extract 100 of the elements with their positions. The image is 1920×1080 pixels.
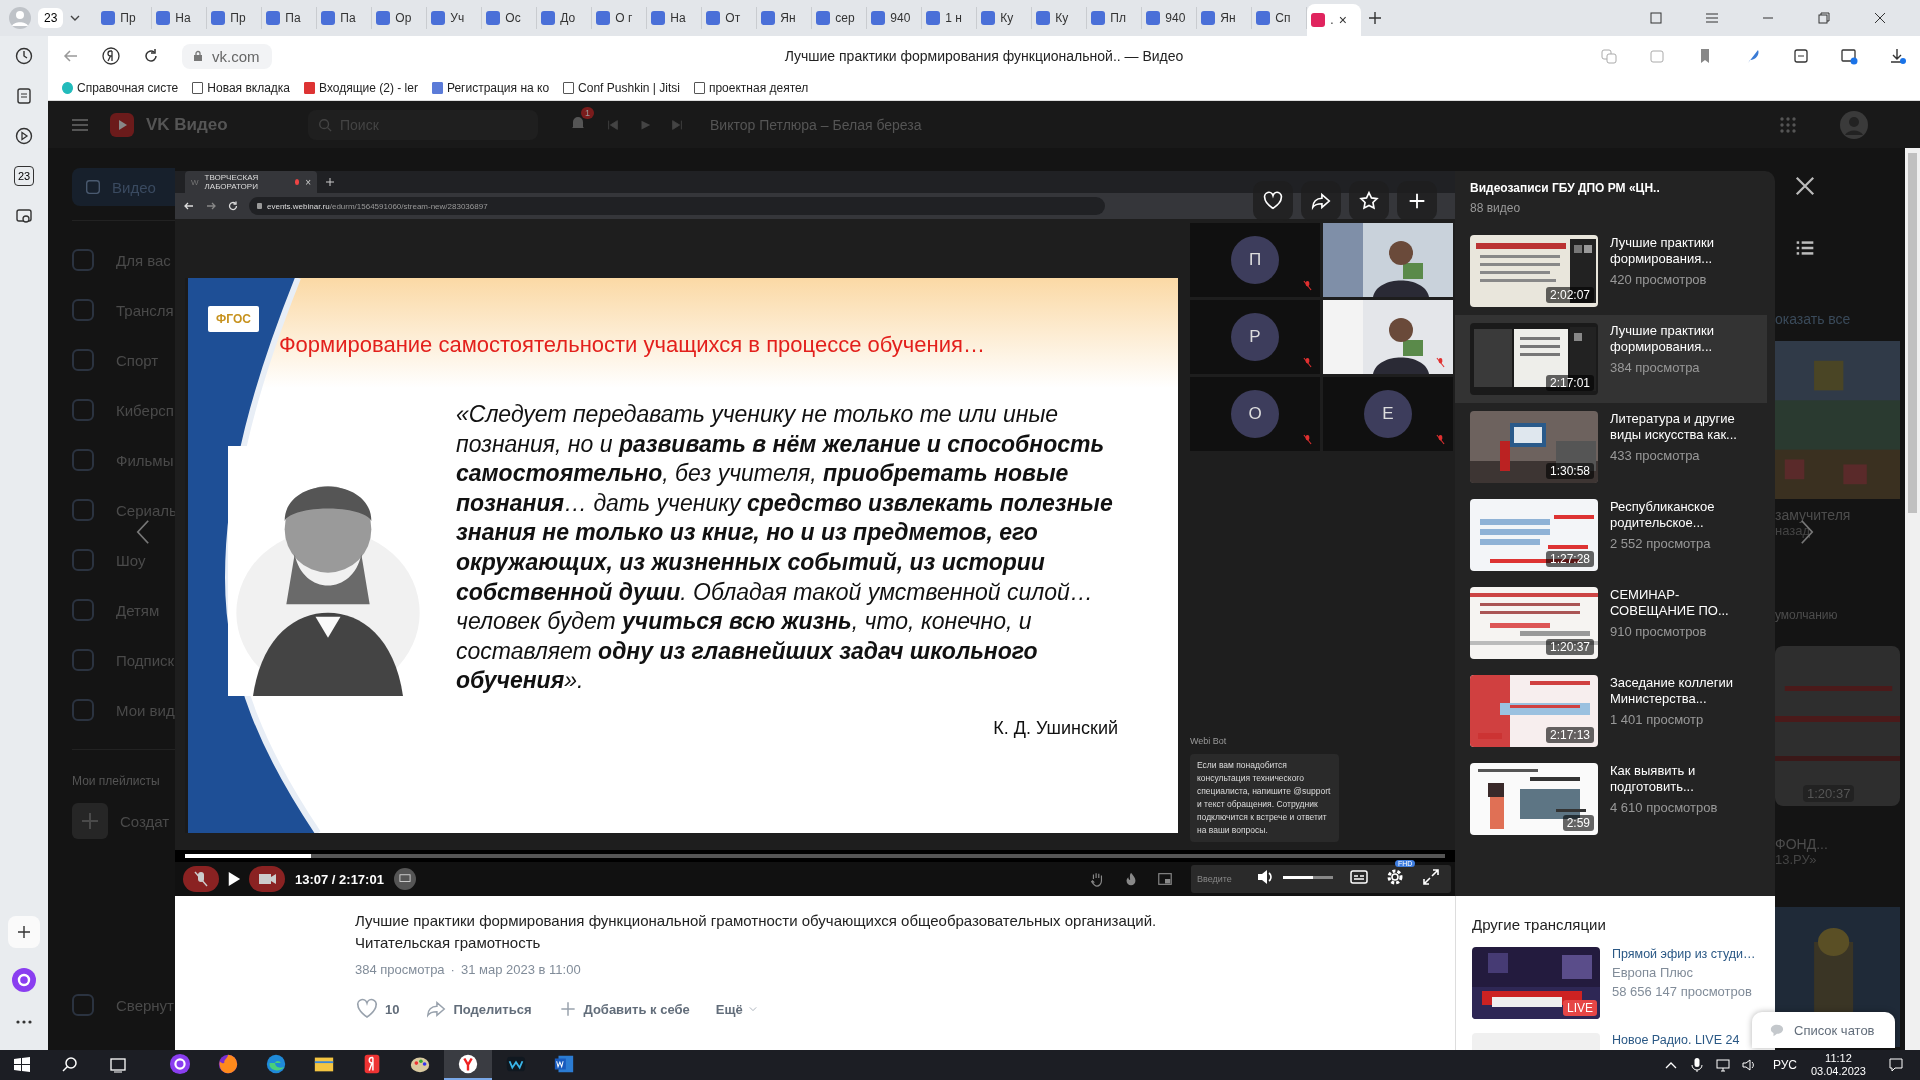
bookmark-item[interactable]: Conf Pushkin | Jitsi — [578, 81, 680, 95]
playlist-item[interactable]: 1:30:58 Литература и другие виды искусства как... 433 просмотра — [1455, 403, 1767, 491]
notes-icon[interactable] — [14, 86, 34, 106]
bookmark-item[interactable]: Новая вкладка — [207, 81, 290, 95]
browser-tab[interactable]: Ор — [372, 7, 428, 29]
stream-title-link[interactable]: Прямой эфир из студи… — [1612, 947, 1756, 961]
play-icon[interactable] — [227, 871, 241, 887]
browser-tab[interactable]: От — [702, 7, 758, 29]
picture-in-picture-icon[interactable] — [1157, 871, 1173, 887]
logo-icon[interactable] — [110, 112, 134, 137]
bookmark-item[interactable]: проектная деятел — [708, 81, 809, 95]
hand-icon[interactable] — [1089, 871, 1105, 887]
browser-tab[interactable]: 1 н — [922, 7, 978, 29]
address-field[interactable]: vk.com — [182, 43, 272, 69]
chevron-left-icon[interactable] — [136, 519, 150, 545]
menu-icon[interactable] — [1704, 10, 1720, 26]
browser-tab[interactable]: На — [647, 7, 703, 29]
windows-start-icon[interactable] — [12, 1055, 32, 1075]
clock[interactable]: 11:12 03.04.2023 — [1810, 1052, 1866, 1078]
browser-tab[interactable]: О г — [592, 7, 648, 29]
list-icon[interactable] — [1794, 238, 1816, 258]
like-button[interactable]: 10 — [355, 997, 400, 1021]
new-tab-icon[interactable] — [1367, 10, 1384, 26]
close-icon[interactable] — [1794, 175, 1816, 197]
bookmark-item[interactable]: Справочная систе — [77, 81, 179, 95]
assistant-icon[interactable] — [12, 968, 36, 992]
calendar-icon[interactable]: 23 — [14, 166, 34, 186]
muted-mic-icon[interactable] — [183, 866, 219, 892]
playlist-item[interactable]: 2:59 Как выявить и подготовить... 4 610 просмотров — [1455, 755, 1767, 843]
add-button[interactable] — [1397, 181, 1437, 221]
progress-track[interactable] — [185, 854, 1445, 858]
stream-title-link[interactable]: Новое Радио. LIVE 24 — [1612, 1033, 1740, 1047]
reload-icon[interactable] — [227, 200, 239, 212]
address-field[interactable]: events.webinar.ru/edurm/1564591060/stream-new/283036897 — [249, 197, 1105, 215]
screen-share-icon[interactable] — [393, 868, 416, 890]
reload-icon[interactable] — [142, 47, 160, 65]
browser-tab[interactable]: Па — [262, 7, 318, 29]
restore-icon[interactable] — [1816, 10, 1832, 26]
more-button[interactable]: Ещё — [715, 997, 757, 1021]
browser-tab[interactable]: . × — [1307, 4, 1362, 36]
browser-tab[interactable]: 940 — [1142, 7, 1198, 29]
bookmark-item[interactable]: Входящие (2) - ler — [319, 81, 418, 95]
browser-tab[interactable]: До — [537, 7, 593, 29]
settings-icon[interactable] — [1385, 867, 1405, 887]
playlist-item[interactable]: 1:27:28 Республиканское родительское... 2 552 просмотра — [1455, 491, 1767, 579]
playlist-item[interactable]: 2:17:01 Лучшие практики формирования... 384 просмотра — [1455, 315, 1767, 403]
browser-tab[interactable]: Ян — [1197, 7, 1253, 29]
play-circle-icon[interactable] — [14, 126, 34, 146]
browser-tab[interactable]: ТВОРЧЕСКАЯ ЛАБОРАТОРИ — [204, 173, 289, 191]
browser-tab[interactable]: Пр — [207, 7, 263, 29]
microphone-icon[interactable] — [1688, 1057, 1705, 1073]
browser-tab[interactable]: Пр — [97, 7, 153, 29]
add-to-library-button[interactable]: Добавить к себе — [557, 997, 690, 1021]
browser-tab[interactable]: Уч — [427, 7, 483, 29]
browser-tab[interactable]: Ку — [1032, 7, 1088, 29]
bookmark-button[interactable] — [1349, 181, 1389, 221]
camera-off-icon[interactable] — [249, 866, 285, 892]
back-icon[interactable] — [183, 200, 195, 212]
browser-tab[interactable]: сер — [812, 7, 868, 29]
chat-list-button[interactable]: Список чатов — [1752, 1012, 1895, 1048]
scrollbar[interactable] — [1905, 148, 1920, 1050]
task-view-icon[interactable] — [108, 1055, 128, 1075]
video-player[interactable] — [175, 171, 1455, 896]
fullscreen-icon[interactable] — [1421, 867, 1441, 887]
notifications-icon[interactable] — [1888, 1057, 1904, 1073]
close-icon[interactable] — [1872, 10, 1888, 26]
subtitles-icon[interactable] — [1349, 867, 1369, 887]
tab-close-button[interactable]: × — [305, 176, 311, 188]
screenshot-icon[interactable] — [1840, 47, 1858, 65]
yandex-logo-icon[interactable] — [102, 47, 120, 65]
browser-tab[interactable]: На — [152, 7, 208, 29]
volume-icon[interactable] — [1740, 1057, 1757, 1073]
browser-tab[interactable]: Ян — [757, 7, 813, 29]
chat-input[interactable]: Введите — [1191, 865, 1451, 893]
tab-counter[interactable]: 23 — [38, 8, 64, 28]
browser-tab[interactable]: Сп — [1252, 7, 1308, 29]
volume-slider[interactable] — [1283, 875, 1333, 879]
share-button[interactable] — [1301, 181, 1341, 221]
browser-tab[interactable]: 940 — [867, 7, 923, 29]
bookmark-list-icon[interactable] — [1648, 10, 1664, 26]
like-button[interactable] — [1253, 181, 1293, 221]
tab-close-button[interactable]: × — [1338, 12, 1347, 28]
taskbar-app[interactable] — [444, 1050, 492, 1080]
browser-tab[interactable]: Ос — [482, 7, 538, 29]
network-icon[interactable] — [1714, 1057, 1731, 1073]
collections-icon[interactable] — [1792, 47, 1810, 65]
share-button[interactable]: Поделиться — [425, 997, 532, 1021]
scrollbar-thumb[interactable] — [1908, 153, 1917, 513]
volume-icon[interactable] — [1255, 867, 1275, 887]
browser-tab[interactable]: Па — [317, 7, 373, 29]
playlist-item[interactable]: 1:20:37 СЕМИНАР-СОВЕЩАНИЕ ПО... 910 просмотров — [1455, 579, 1767, 667]
language-indicator[interactable]: РУС — [1772, 1058, 1797, 1072]
playlist-item[interactable]: 2:17:13 Заседание коллегии Министерства... 1 401 просмотр — [1455, 667, 1767, 755]
download-icon[interactable] — [1888, 47, 1906, 65]
camera-icon[interactable] — [14, 206, 34, 226]
history-icon[interactable] — [14, 46, 34, 66]
forward-icon[interactable] — [205, 200, 217, 212]
browser-tab[interactable]: Ку — [977, 7, 1033, 29]
browser-tab[interactable]: Пл — [1087, 7, 1143, 29]
bookmark-item[interactable]: Регистрация на ко — [446, 81, 550, 95]
